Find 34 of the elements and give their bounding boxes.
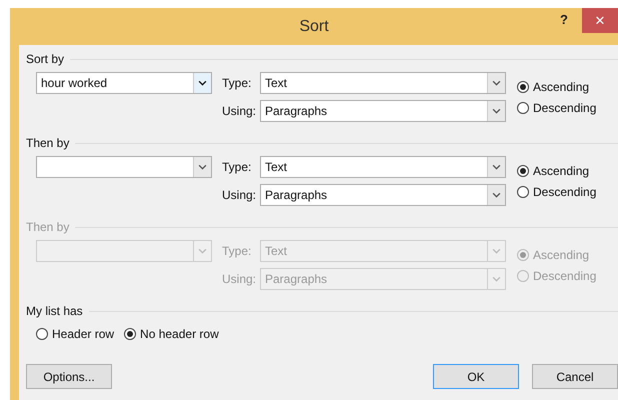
header-radio[interactable]: Header row [36,327,114,341]
options-button[interactable]: Options... [26,364,112,389]
close-button[interactable]: × [582,8,618,33]
cancel-button[interactable]: Cancel [532,364,618,389]
using-label: Using: [221,188,258,202]
using-combo[interactable]: Paragraphs [260,100,506,122]
ok-button[interactable]: OK [433,364,519,389]
caret-icon [193,157,211,177]
header-radio[interactable]: No header row [124,327,219,341]
type-combo[interactable]: Text [260,156,506,178]
using-label: Using: [221,272,258,286]
type-combo[interactable]: Text [260,72,506,94]
sort-key-combo[interactable] [36,156,212,178]
section-title: My list has [26,304,83,318]
using-combo[interactable]: Paragraphs [260,184,506,206]
type-label: Type: [221,244,252,258]
sort-key-combo[interactable]: hour worked [36,72,212,94]
caret-icon [487,101,505,121]
caret-icon [193,73,211,93]
section-title: Sort by [26,52,64,66]
using-label: Using: [221,104,258,118]
type-label: Type: [221,160,252,174]
order-radio[interactable]: Descending [517,184,618,198]
section-title: Then by [26,220,70,234]
section-title: Then by [26,136,70,150]
caret-icon [487,73,505,93]
order-radio[interactable]: Ascending [517,80,618,94]
order-radio[interactable]: Ascending [517,164,618,178]
window-title: Sort [299,18,329,36]
type-label: Type: [221,76,252,90]
caret-icon [487,185,505,205]
caret-icon [487,157,505,177]
order-radio[interactable]: Descending [517,100,618,114]
help-button[interactable]: ? [556,12,572,27]
